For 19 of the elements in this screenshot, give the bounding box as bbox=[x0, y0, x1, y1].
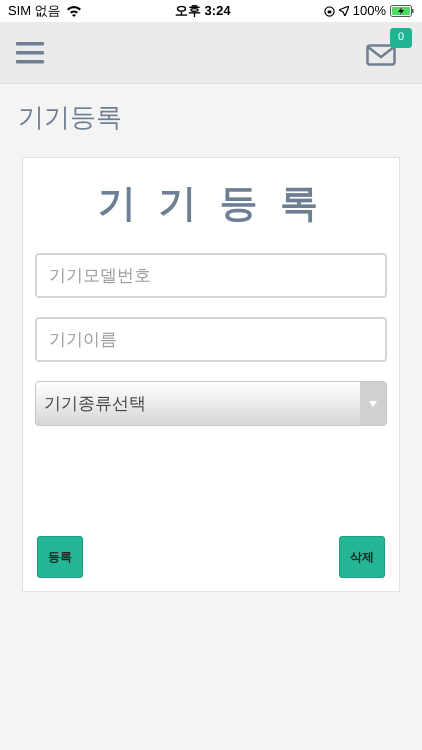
form-heading: 기 기 등 록 bbox=[97, 182, 325, 227]
device-type-select[interactable]: 기기종류선택 bbox=[35, 381, 387, 426]
page-title: 기기등록 bbox=[18, 101, 123, 134]
battery-percent: 100% bbox=[352, 2, 386, 20]
select-value: 기기종류선택 bbox=[43, 392, 147, 415]
dropdown-caret-icon bbox=[369, 400, 377, 406]
carrier-label: SIM 없음 bbox=[8, 2, 61, 20]
clock-label: 오후 3:24 bbox=[174, 2, 231, 20]
text-field[interactable]: 기기이름 bbox=[35, 317, 387, 362]
wifi-icon bbox=[66, 5, 82, 17]
menu-icon[interactable] bbox=[16, 40, 44, 64]
mail-icon[interactable] bbox=[366, 44, 396, 66]
register-button[interactable]: 등록 bbox=[37, 536, 83, 578]
text-field[interactable]: 기기모델번호 bbox=[35, 253, 387, 298]
location-arrow-icon bbox=[338, 6, 349, 16]
notification-badge: 0 bbox=[390, 28, 412, 48]
delete-button[interactable]: 삭제 bbox=[339, 536, 385, 578]
rotation-lock-icon bbox=[324, 6, 335, 16]
battery-charging-icon bbox=[390, 5, 414, 17]
